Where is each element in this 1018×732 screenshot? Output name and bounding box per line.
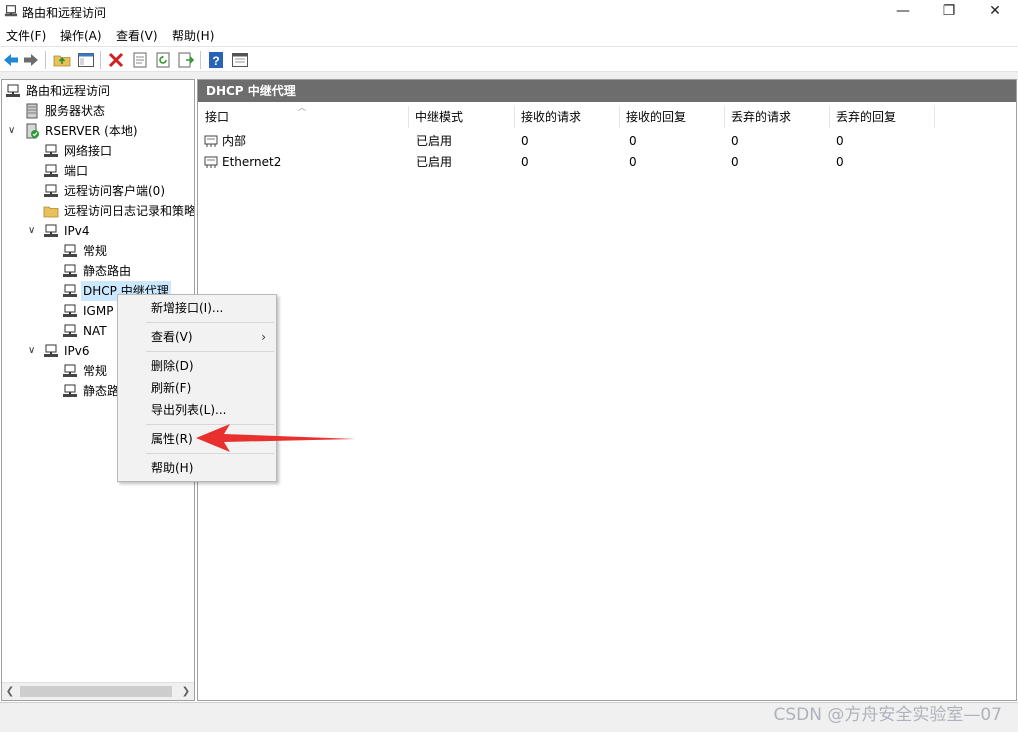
- server-status-icon: [26, 103, 38, 119]
- network-interface-icon: [44, 144, 58, 157]
- network-adapter-icon: [204, 156, 218, 168]
- svg-text:?: ?: [212, 54, 219, 68]
- routing-app-icon: [4, 5, 18, 17]
- up-folder-icon[interactable]: [53, 51, 71, 69]
- menu-item-new-interface[interactable]: 新增接口(I)...: [118, 297, 276, 319]
- column-header-requests-discarded[interactable]: 丢弃的请求: [725, 106, 830, 128]
- view-icon[interactable]: [231, 51, 249, 69]
- menu-action[interactable]: 操作(A): [60, 27, 102, 44]
- restore-button[interactable]: ❐: [926, 0, 972, 24]
- row-requests-received: 0: [521, 155, 529, 169]
- show-hide-tree-icon[interactable]: [77, 51, 95, 69]
- tree-horizontal-scrollbar[interactable]: ❮ ❯: [2, 682, 194, 700]
- toolbar: ?: [0, 46, 1018, 72]
- network-adapter-icon: [204, 135, 218, 147]
- menu-item-refresh[interactable]: 刷新(F): [118, 377, 276, 399]
- back-arrow-icon[interactable]: [2, 51, 20, 69]
- menu-view[interactable]: 查看(V): [116, 27, 158, 44]
- column-header-relay-mode[interactable]: 中继模式: [409, 106, 515, 128]
- row-interface: 内部: [222, 134, 247, 148]
- collapse-chevron-icon[interactable]: ∨: [28, 341, 38, 361]
- row-replies-discarded: 0: [836, 155, 844, 169]
- scroll-left-icon[interactable]: ❮: [2, 683, 18, 700]
- menu-item-delete[interactable]: 删除(D): [118, 355, 276, 377]
- row-mode: 已启用: [416, 155, 453, 169]
- collapse-chevron-icon[interactable]: ∨: [28, 221, 38, 241]
- menu-file[interactable]: 文件(F): [6, 27, 46, 44]
- static-routes-icon: [63, 384, 77, 397]
- details-pane: DHCP 中继代理 ︿ 接口 中继模式 接收的请求 接收的回复 丢弃的请求 丢弃…: [197, 79, 1017, 701]
- column-header-interface[interactable]: 接口: [199, 106, 409, 128]
- column-header-requests-received[interactable]: 接收的请求: [515, 106, 620, 128]
- forward-arrow-icon[interactable]: [22, 51, 40, 69]
- help-icon[interactable]: ?: [207, 51, 225, 69]
- menu-item-export-list[interactable]: 导出列表(L)...: [118, 399, 276, 421]
- title-bar: 路由和远程访问 — ❐ ✕: [0, 0, 1018, 24]
- properties-icon[interactable]: [131, 51, 149, 69]
- watermark: CSDN @方舟安全实验室—07: [773, 705, 1002, 725]
- row-requests-discarded: 0: [731, 134, 739, 148]
- row-replies-discarded: 0: [836, 134, 844, 148]
- ipv6-icon: [44, 344, 58, 357]
- ports-icon: [44, 164, 58, 177]
- remote-clients-icon: [44, 184, 58, 197]
- column-header-replies-received[interactable]: 接收的回复: [620, 106, 725, 128]
- static-routes-icon: [63, 264, 77, 277]
- scroll-right-icon[interactable]: ❯: [178, 683, 194, 700]
- row-replies-received: 0: [629, 155, 637, 169]
- nat-icon: [63, 324, 77, 337]
- column-header-replies-discarded[interactable]: 丢弃的回复: [830, 106, 935, 128]
- general-icon: [63, 244, 77, 257]
- ipv4-icon: [44, 224, 58, 237]
- menu-item-help[interactable]: 帮助(H): [118, 457, 276, 479]
- export-list-icon[interactable]: [177, 51, 195, 69]
- menu-item-view-label: 查看(V): [151, 330, 193, 344]
- close-button[interactable]: ✕: [972, 0, 1018, 24]
- refresh-icon[interactable]: [154, 51, 172, 69]
- menu-item-view[interactable]: 查看(V) ›: [118, 326, 276, 348]
- panel-title: DHCP 中继代理: [198, 80, 1016, 102]
- submenu-arrow-icon: ›: [261, 330, 266, 344]
- annotation-arrow-icon: [196, 424, 356, 452]
- row-mode: 已启用: [416, 134, 453, 148]
- scroll-thumb[interactable]: [20, 686, 172, 697]
- general-icon: [63, 364, 77, 377]
- server-icon: [26, 123, 39, 139]
- folder-icon: [43, 206, 59, 218]
- menu-bar: 文件(F) 操作(A) 查看(V) 帮助(H): [0, 24, 1018, 45]
- minimize-button[interactable]: —: [880, 0, 926, 24]
- row-requests-discarded: 0: [731, 155, 739, 169]
- routing-icon: [6, 84, 20, 97]
- collapse-chevron-icon[interactable]: ∨: [8, 121, 18, 141]
- row-replies-received: 0: [629, 134, 637, 148]
- row-interface: Ethernet2: [222, 155, 282, 169]
- window-title: 路由和远程访问: [22, 6, 107, 20]
- dhcp-relay-icon: [63, 284, 77, 297]
- menu-help[interactable]: 帮助(H): [172, 27, 214, 44]
- row-requests-received: 0: [521, 134, 529, 148]
- igmp-icon: [63, 304, 77, 317]
- delete-icon[interactable]: [107, 51, 125, 69]
